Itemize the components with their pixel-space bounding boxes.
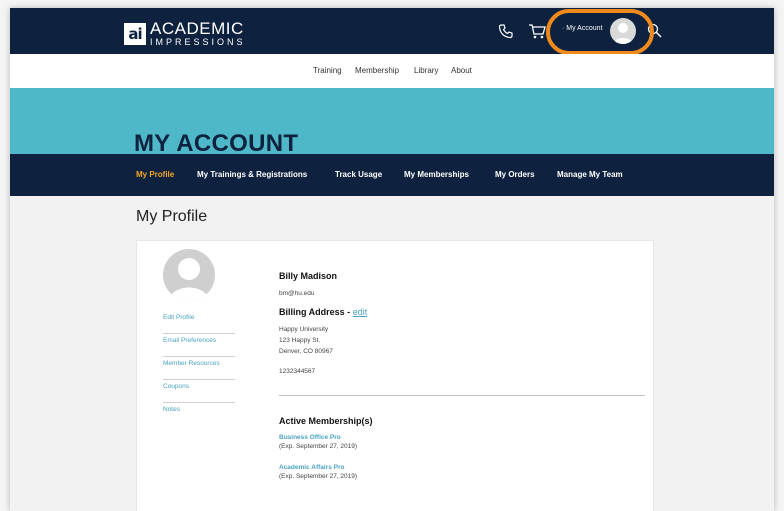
billing-address: Happy University 123 Happy St. Denver, C… [279,324,645,357]
tab-manage-my-team[interactable]: Manage My Team [557,170,623,179]
user-icon [169,258,209,301]
membership-link[interactable]: Business Office Pro [279,434,645,441]
sidebar-coupons[interactable]: Coupons [163,380,235,403]
account-highlight-ring [546,9,654,55]
logo-text: ACADEMIC IMPRESSIONS [150,20,246,47]
logo[interactable]: ai ACADEMIC IMPRESSIONS [124,20,246,47]
cart-icon[interactable] [528,22,546,40]
tab-my-profile[interactable]: My Profile [136,170,174,179]
browser-frame: ai ACADEMIC IMPRESSIONS · My Account Tra… [10,8,774,511]
sidebar-notes[interactable]: Notes [163,403,235,426]
sidebar-email-preferences[interactable]: Email Preferences [163,334,235,357]
billing-label: Billing Address - [279,307,353,317]
profile-sidebar: Edit Profile Email Preferences Member Re… [163,311,235,426]
user-phone: 1232344567 [279,368,316,375]
logo-mark: ai [124,22,146,45]
section-title: My Profile [136,208,208,225]
address-line: 123 Happy St. [279,337,321,344]
logo-name-main: ACADEMIC [150,19,244,38]
nav-library[interactable]: Library [414,66,438,75]
main-nav: Training Membership Library About [10,54,774,88]
address-line: Happy University [279,326,329,333]
tab-my-memberships[interactable]: My Memberships [404,170,469,179]
account-subnav: My Profile My Trainings & Registrations … [10,154,774,196]
billing-heading: Billing Address - edit [279,307,645,317]
logo-name-sub: IMPRESSIONS [150,37,246,47]
profile-details: Billy Madison bm@hu.edu Billing Address … [279,271,645,480]
top-bar: ai ACADEMIC IMPRESSIONS · My Account [10,8,774,55]
nav-membership[interactable]: Membership [355,66,399,75]
memberships-heading: Active Membership(s) [279,416,373,426]
phone-icon[interactable] [498,23,514,39]
tab-my-orders[interactable]: My Orders [495,170,535,179]
tab-my-trainings[interactable]: My Trainings & Registrations [197,170,307,179]
profile-avatar [163,249,215,301]
nav-about[interactable]: About [451,66,472,75]
billing-edit-link[interactable]: edit [353,307,368,317]
nav-training[interactable]: Training [313,66,342,75]
tab-track-usage[interactable]: Track Usage [335,170,382,179]
sidebar-edit-profile[interactable]: Edit Profile [163,311,235,334]
address-line: Denver, CO 80967 [279,348,333,355]
divider [279,395,645,396]
user-name: Billy Madison [279,271,338,281]
membership-link[interactable]: Academic Affairs Pro [279,464,645,471]
profile-card: Edit Profile Email Preferences Member Re… [136,240,654,511]
hero-banner: MY ACCOUNT [10,88,774,157]
sidebar-member-resources[interactable]: Member Resources [163,357,235,380]
membership-expiry: (Exp. September 27, 2019) [279,443,358,450]
user-email: bm@hu.edu [279,290,315,297]
membership-expiry: (Exp. September 27, 2019) [279,473,358,480]
